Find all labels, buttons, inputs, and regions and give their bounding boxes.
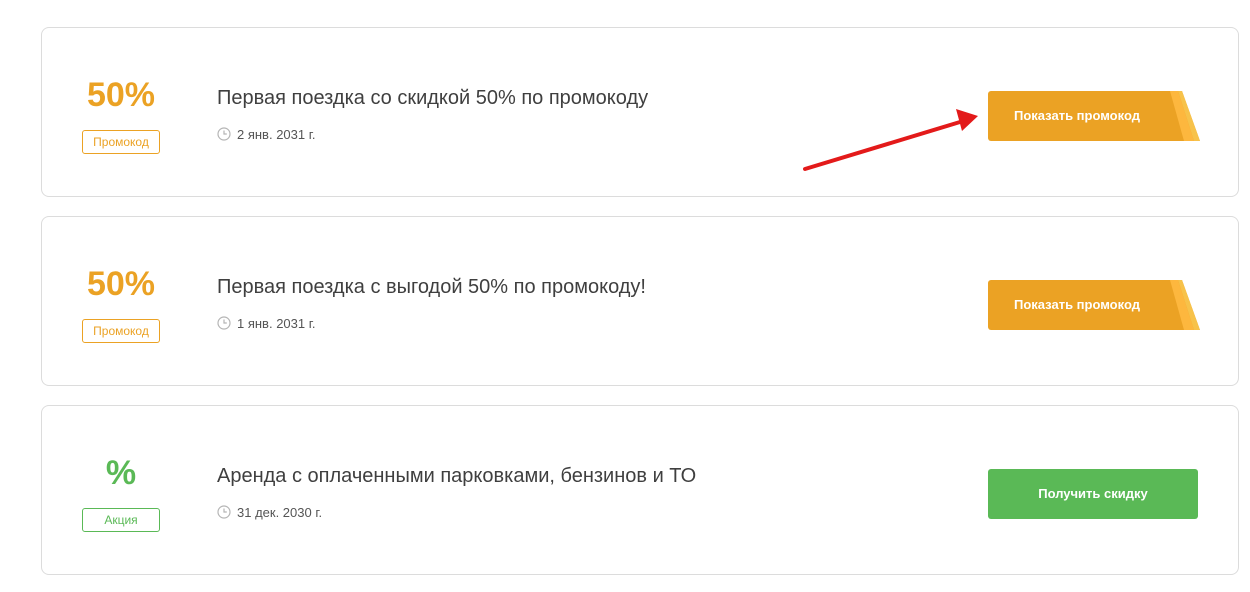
offer-type-badge: Акция [82, 508, 160, 532]
offer-title[interactable]: Первая поездка с выгодой 50% по промокод… [217, 275, 646, 299]
offer-value: % [105, 454, 137, 492]
offer-date: 31 дек. 2030 г. [217, 503, 322, 521]
show-promocode-label[interactable]: Показать промокод [988, 91, 1166, 141]
offer-date: 2 янв. 2031 г. [217, 125, 316, 143]
offer-value: 50% [86, 76, 156, 114]
clock-icon [217, 505, 231, 519]
button-fold-corner [1170, 91, 1200, 141]
button-fold-corner [1170, 280, 1200, 330]
offer-date-text: 1 янв. 2031 г. [237, 315, 316, 331]
offer-title[interactable]: Первая поездка со скидкой 50% по промоко… [217, 86, 648, 110]
clock-icon [217, 316, 231, 330]
offer-date: 1 янв. 2031 г. [217, 314, 316, 332]
offer-date-text: 31 дек. 2030 г. [237, 504, 323, 520]
offer-card: 50% Промокод Первая поездка с выгодой 50… [41, 216, 1239, 386]
clock-icon [217, 127, 231, 141]
offer-type-badge: Промокод [82, 319, 160, 343]
show-promocode-button[interactable]: Показать промокод [988, 280, 1200, 330]
offer-value: 50% [86, 265, 156, 303]
offer-type-badge: Промокод [82, 130, 160, 154]
show-promocode-button[interactable]: Показать промокод [988, 91, 1200, 141]
offer-card: % Акция Аренда с оплаченными парковками,… [41, 405, 1239, 575]
offer-title[interactable]: Аренда с оплаченными парковками, бензино… [217, 464, 696, 488]
offer-card: 50% Промокод Первая поездка со скидкой 5… [41, 27, 1239, 197]
show-promocode-label[interactable]: Показать промокод [988, 280, 1166, 330]
offer-date-text: 2 янв. 2031 г. [237, 126, 316, 142]
get-discount-button[interactable]: Получить скидку [988, 469, 1198, 519]
